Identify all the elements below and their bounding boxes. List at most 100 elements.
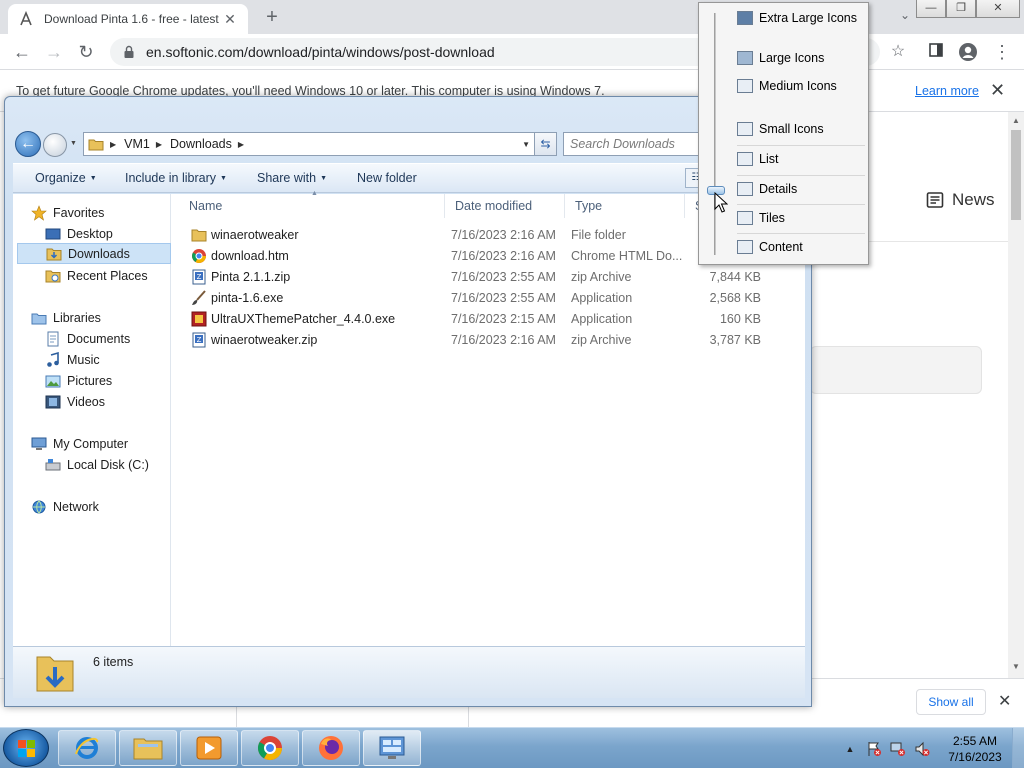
history-dropdown-icon[interactable]: ▼ bbox=[70, 140, 77, 147]
breadcrumb-downloads[interactable]: Downloads bbox=[170, 137, 232, 151]
show-desktop-button[interactable] bbox=[1012, 728, 1024, 768]
address-dropdown-icon[interactable]: ▼ bbox=[522, 140, 530, 149]
nav-my-computer[interactable]: My Computer bbox=[31, 433, 187, 454]
organize-label: Organize bbox=[35, 171, 86, 185]
new-folder-button[interactable]: New folder bbox=[357, 171, 417, 185]
volume-muted-icon[interactable] bbox=[914, 741, 930, 757]
browser-tab[interactable]: Download Pinta 1.6 - free - latest v ✕ bbox=[8, 4, 248, 34]
file-row[interactable]: pinta-1.6.exe 7/16/2023 2:55 AM Applicatio… bbox=[171, 288, 805, 309]
control-panel-icon bbox=[379, 736, 405, 759]
minimize-button[interactable]: — bbox=[916, 0, 946, 18]
scroll-thumb[interactable] bbox=[1011, 130, 1021, 220]
nav-downloads[interactable]: Downloads bbox=[17, 243, 171, 264]
view-list-label: List bbox=[759, 152, 779, 166]
file-row[interactable]: Z Pinta 2.1.1.zip 7/16/2023 2:55 AM zip Arc… bbox=[171, 267, 805, 288]
view-slider-track[interactable] bbox=[714, 13, 716, 255]
file-row[interactable]: UltraUXThemePatcher_4.4.0.exe 7/16/2023 2… bbox=[171, 309, 805, 330]
file-size: 2,568 KB bbox=[709, 291, 761, 305]
column-header-type[interactable]: Type bbox=[565, 194, 685, 218]
back-button[interactable]: ← bbox=[15, 131, 41, 157]
view-medium-icons[interactable]: Medium Icons bbox=[737, 75, 865, 97]
list-icon bbox=[737, 152, 753, 166]
nav-libraries[interactable]: Libraries bbox=[31, 307, 187, 328]
profile-avatar-icon[interactable] bbox=[958, 42, 978, 62]
reload-icon[interactable]: ↻ bbox=[76, 42, 96, 62]
view-large-icons[interactable]: Large Icons bbox=[737, 47, 865, 69]
system-clock[interactable]: 2:55 AM 7/16/2023 bbox=[940, 733, 1010, 765]
details-icon bbox=[737, 182, 753, 196]
bookmark-star-icon[interactable]: ☆ bbox=[888, 42, 908, 62]
close-infobar-icon[interactable]: ✕ bbox=[990, 80, 1005, 101]
view-extra-large-icons[interactable]: Extra Large Icons bbox=[737, 7, 865, 29]
close-download-shelf-icon[interactable]: ✕ bbox=[998, 691, 1011, 711]
close-window-button[interactable]: ✕ bbox=[976, 0, 1020, 18]
taskbar-file-explorer[interactable] bbox=[119, 730, 177, 766]
view-small-icons[interactable]: Small Icons bbox=[737, 118, 865, 140]
taskbar-firefox[interactable] bbox=[302, 730, 360, 766]
menu-separator bbox=[737, 233, 865, 234]
tab-search-chevron-icon[interactable]: ⌄ bbox=[896, 8, 914, 26]
scroll-up-icon[interactable]: ▲ bbox=[1012, 116, 1020, 125]
learn-more-link[interactable]: Learn more bbox=[915, 84, 979, 98]
file-type: Application bbox=[571, 312, 633, 326]
breadcrumb-arrow-icon[interactable]: ▶ bbox=[110, 140, 116, 149]
column-header-name[interactable]: Name bbox=[179, 194, 445, 218]
show-all-downloads-button[interactable]: Show all bbox=[916, 689, 986, 715]
view-details-label: Details bbox=[759, 182, 798, 196]
breadcrumb-vm1[interactable]: VM1 bbox=[124, 137, 150, 151]
organize-button[interactable]: Organize ▼ bbox=[35, 171, 97, 185]
scroll-down-icon[interactable]: ▼ bbox=[1012, 662, 1020, 671]
nav-desktop-label: Desktop bbox=[67, 226, 113, 241]
start-button[interactable] bbox=[3, 729, 49, 767]
show-hidden-icons-icon[interactable]: ▲ bbox=[842, 741, 858, 757]
taskbar-internet-explorer[interactable] bbox=[58, 730, 116, 766]
search-downloads-input[interactable]: Search Downloads bbox=[563, 132, 703, 156]
view-details[interactable]: Details bbox=[737, 178, 865, 200]
view-content-label: Content bbox=[759, 240, 803, 254]
extra-large-icons-icon bbox=[737, 11, 753, 25]
nav-my-computer-label: My Computer bbox=[53, 436, 129, 451]
nav-favorites[interactable]: Favorites bbox=[31, 202, 187, 223]
breadcrumb-arrow-icon[interactable]: ▶ bbox=[156, 140, 162, 149]
taskbar-chrome[interactable] bbox=[241, 730, 299, 766]
nav-news-label: News bbox=[952, 190, 995, 209]
network-tray-icon[interactable] bbox=[890, 741, 906, 757]
file-size: 160 KB bbox=[719, 312, 761, 326]
refresh-icon[interactable]: ⇆ bbox=[534, 133, 556, 155]
star-icon bbox=[31, 204, 47, 221]
new-tab-button[interactable]: + bbox=[260, 5, 284, 29]
nav-downloads-label: Downloads bbox=[68, 246, 130, 261]
file-type: Chrome HTML Do... bbox=[571, 249, 683, 263]
side-panel-icon[interactable] bbox=[926, 42, 946, 62]
chrome-menu-icon[interactable]: ⋮ bbox=[992, 42, 1012, 62]
file-date-modified: 7/16/2023 2:55 AM bbox=[451, 291, 556, 305]
taskbar-media-player[interactable] bbox=[180, 730, 238, 766]
action-center-flag-icon[interactable] bbox=[866, 741, 882, 757]
share-with-button[interactable]: Share with ▼ bbox=[257, 171, 327, 185]
column-header-date-modified[interactable]: Date modified bbox=[445, 194, 565, 218]
file-type: Application bbox=[571, 291, 633, 305]
close-tab-icon[interactable]: ✕ bbox=[222, 11, 238, 28]
chevron-down-icon: ▼ bbox=[89, 175, 97, 183]
page-scrollbar[interactable]: ▲ ▼ bbox=[1008, 112, 1024, 678]
breadcrumb-arrow-icon[interactable]: ▶ bbox=[238, 140, 244, 149]
content-icon bbox=[737, 240, 753, 254]
nav-news-link[interactable]: News bbox=[926, 190, 995, 210]
forward-arrow-icon[interactable]: → bbox=[44, 42, 64, 62]
item-count: 6 items bbox=[93, 655, 134, 669]
pictures-icon bbox=[45, 375, 61, 387]
restore-button[interactable]: ❐ bbox=[946, 0, 976, 18]
nav-network[interactable]: Network bbox=[31, 496, 187, 517]
back-arrow-icon[interactable]: ← bbox=[12, 42, 32, 62]
explorer-address-bar[interactable]: ▶ VM1 ▶ Downloads ▶ ▼ ⇆ bbox=[83, 132, 557, 156]
include-in-library-button[interactable]: Include in library ▼ bbox=[125, 171, 227, 185]
forward-button[interactable] bbox=[43, 133, 67, 157]
view-tiles[interactable]: Tiles bbox=[737, 207, 865, 229]
tiles-icon bbox=[737, 211, 753, 225]
taskbar-control-panel[interactable] bbox=[363, 730, 421, 766]
view-list[interactable]: List bbox=[737, 148, 865, 170]
file-name: pinta-1.6.exe bbox=[211, 291, 284, 305]
windows-logo-icon bbox=[18, 740, 35, 757]
view-content[interactable]: Content bbox=[737, 236, 865, 258]
file-row[interactable]: Zwinaerotweaker.zip 7/16/2023 2:16 AM zip … bbox=[171, 330, 805, 351]
